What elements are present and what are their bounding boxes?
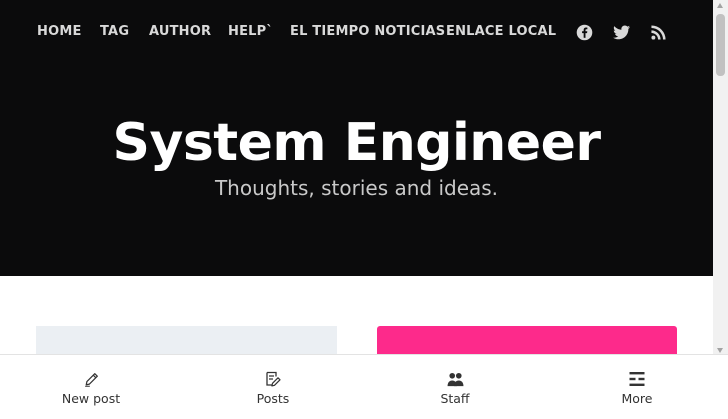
posts-button[interactable]: Posts (182, 355, 364, 419)
scrollbar[interactable] (713, 0, 728, 355)
staff-label: Staff (440, 391, 470, 406)
users-icon (446, 370, 464, 388)
main-nav: HOME TAG AUTHOR HELP` EL TIEMPO NOTICIAS… (0, 0, 713, 64)
twitter-icon[interactable] (612, 23, 630, 41)
site-description: Thoughts, stories and ideas. (214, 176, 499, 200)
more-button[interactable]: More (546, 355, 728, 419)
new-post-button[interactable]: New post (0, 355, 182, 419)
nav-el-tiempo-noticias[interactable]: EL TIEMPO NOTICIAS (290, 24, 445, 40)
nav-help[interactable]: HELP` (228, 24, 273, 40)
rss-icon[interactable] (649, 23, 667, 41)
nav-tag[interactable]: TAG (100, 24, 129, 40)
nav-enlace-local[interactable]: ENLACE LOCAL (446, 24, 556, 40)
new-post-label: New post (61, 391, 121, 406)
menu-icon (628, 370, 646, 388)
scrollbar-thumb[interactable] (716, 14, 725, 76)
document-edit-icon (264, 370, 282, 388)
bottom-toolbar: New post Posts Staff More (0, 354, 728, 419)
scroll-up-arrow-icon[interactable] (717, 3, 723, 8)
nav-author[interactable]: AUTHOR (149, 24, 211, 40)
site-title[interactable]: System Engineer (0, 112, 713, 174)
staff-button[interactable]: Staff (364, 355, 546, 419)
more-label: More (621, 391, 653, 406)
nav-home[interactable]: HOME (37, 24, 82, 40)
scroll-down-arrow-icon[interactable] (717, 348, 723, 353)
posts-label: Posts (256, 391, 290, 406)
pencil-icon (82, 370, 100, 388)
site-header: HOME TAG AUTHOR HELP` EL TIEMPO NOTICIAS… (0, 0, 713, 276)
facebook-icon[interactable] (575, 23, 593, 41)
